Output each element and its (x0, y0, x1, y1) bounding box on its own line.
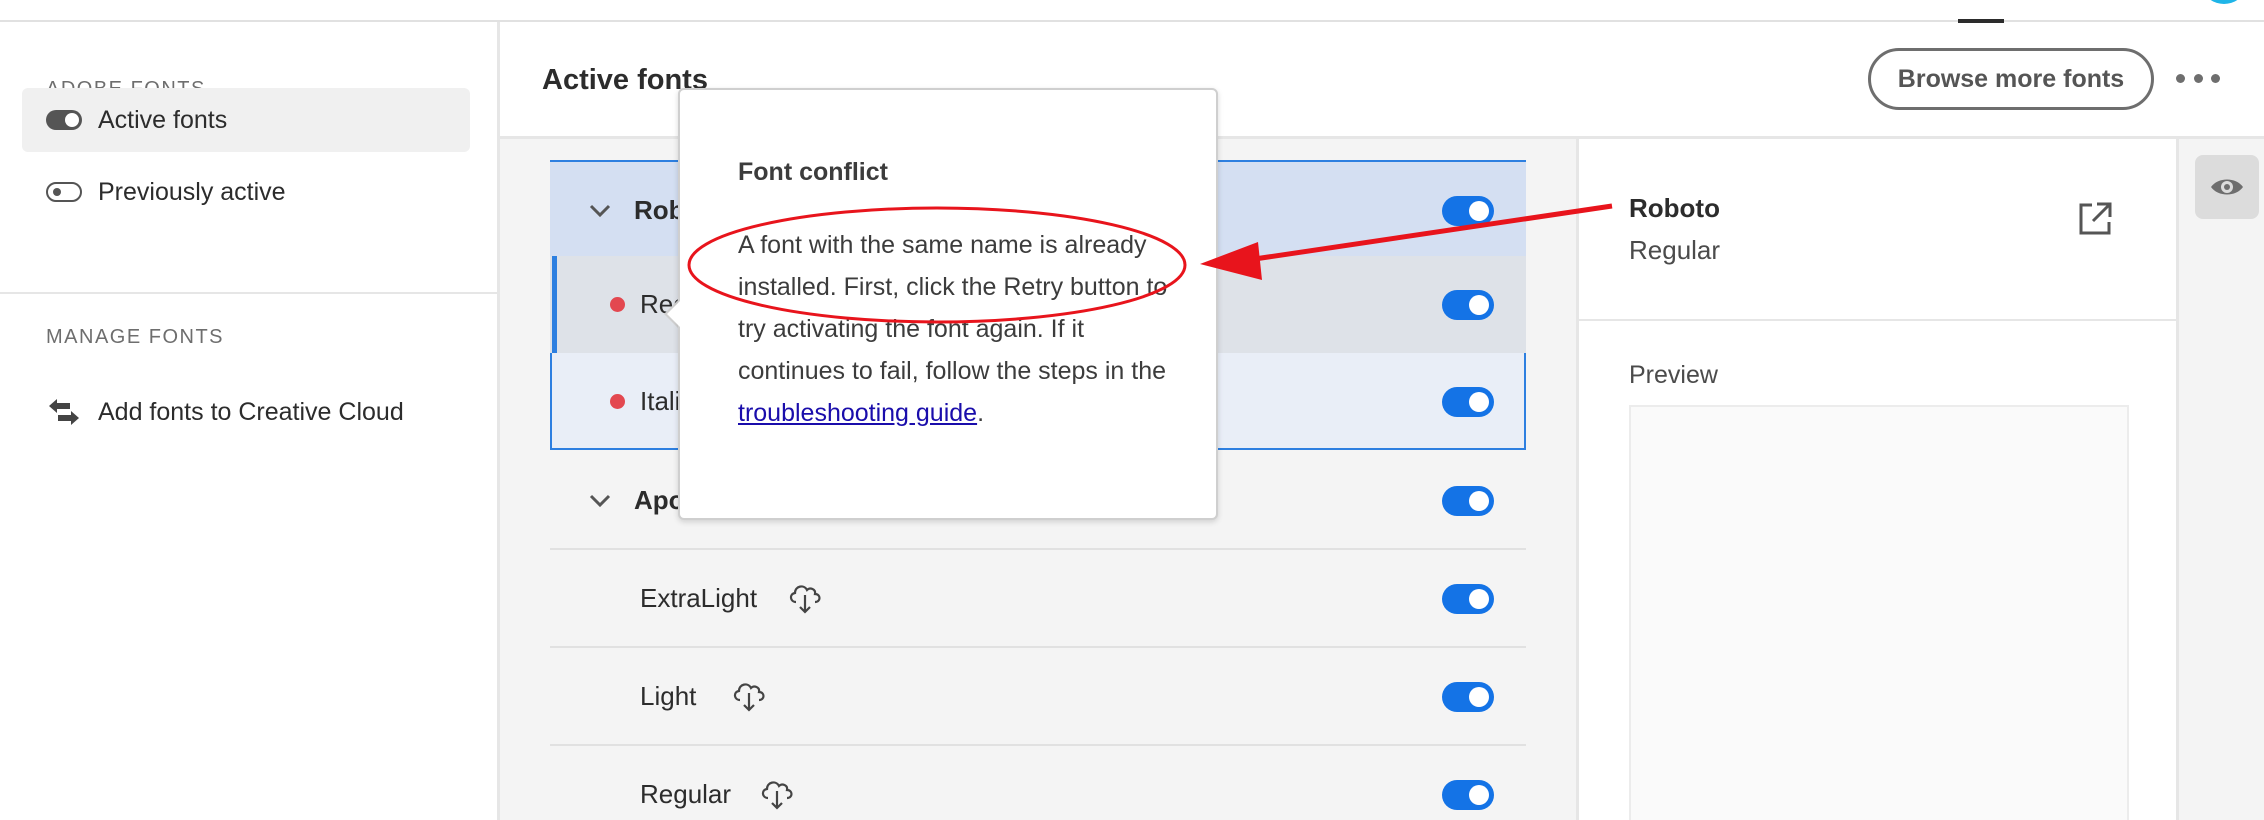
popover-body: A font with the same name is already ins… (738, 224, 1178, 434)
font-style-name: ExtraLight (640, 583, 758, 613)
sidebar-item-previously-active[interactable]: Previously active (22, 160, 470, 224)
cloud-download-icon[interactable] (758, 776, 796, 812)
sidebar-item-label: Add fonts to Creative Cloud (98, 397, 404, 426)
font-conflict-popover: Font conflict A font with the same name … (678, 88, 1218, 520)
font-style-name: Itali (640, 386, 681, 416)
external-link-icon[interactable] (2077, 201, 2113, 237)
sidebar: ADOBE FONTS Active fonts Previously acti… (0, 22, 500, 820)
selection-indicator (552, 256, 557, 353)
more-horizontal-icon[interactable] (2176, 62, 2220, 94)
popover-message: A font with the same name is already ins… (738, 231, 1168, 385)
sidebar-item-label: Active fonts (98, 105, 228, 134)
family-toggle-switch[interactable] (1442, 196, 1494, 226)
font-style-row[interactable]: Regular (550, 746, 1526, 820)
font-style-name: Regular (640, 779, 732, 809)
sidebar-divider (0, 292, 497, 294)
style-toggle-switch[interactable] (1442, 584, 1494, 614)
details-divider (1579, 319, 2179, 321)
style-toggle-switch[interactable] (1442, 387, 1494, 417)
preview-label: Preview (1629, 361, 1718, 389)
sidebar-item-active-fonts[interactable]: Active fonts (22, 88, 470, 152)
font-family-name: Apo (634, 485, 685, 515)
popover-message-end: . (977, 399, 985, 427)
error-status-dot (610, 394, 625, 409)
font-details-panel: Roboto Regular Preview (1576, 139, 2179, 820)
cloud-download-icon[interactable] (730, 678, 768, 714)
sidebar-item-add-fonts[interactable]: Add fonts to Creative Cloud (22, 380, 470, 444)
style-toggle-switch[interactable] (1442, 780, 1494, 810)
style-toggle-switch[interactable] (1442, 682, 1494, 712)
preview-toggle-button[interactable] (2195, 155, 2259, 219)
font-style-name: Light (640, 681, 697, 711)
right-rail (2176, 139, 2264, 820)
error-status-dot (610, 297, 625, 312)
preview-area (1629, 405, 2129, 820)
family-toggle-switch[interactable] (1442, 486, 1494, 516)
eye-icon (2211, 179, 2243, 195)
account-avatar[interactable] (2205, 0, 2243, 4)
popover-tip-inner (667, 300, 681, 328)
swap-arrows-icon (49, 399, 79, 425)
details-font-name: Roboto (1629, 193, 1720, 223)
sidebar-item-label: Previously active (98, 177, 286, 206)
active-tab-indicator (1958, 19, 2004, 23)
font-style-row[interactable]: Light (550, 648, 1526, 745)
chevron-down-icon[interactable] (588, 198, 612, 222)
top-bar (0, 0, 2264, 23)
details-font-style: Regular (1629, 235, 1721, 265)
popover-title: Font conflict (738, 158, 888, 186)
browse-more-fonts-button[interactable]: Browse more fonts (1868, 48, 2154, 110)
troubleshooting-guide-link[interactable]: troubleshooting guide (738, 399, 977, 427)
cloud-download-icon[interactable] (786, 580, 824, 616)
toggle-off-icon (46, 182, 82, 202)
chevron-down-icon[interactable] (588, 488, 612, 512)
toggle-on-icon (46, 110, 82, 130)
font-style-row[interactable]: ExtraLight (550, 550, 1526, 647)
style-toggle-switch[interactable] (1442, 290, 1494, 320)
section-heading-manage-fonts: MANAGE FONTS (46, 326, 225, 348)
